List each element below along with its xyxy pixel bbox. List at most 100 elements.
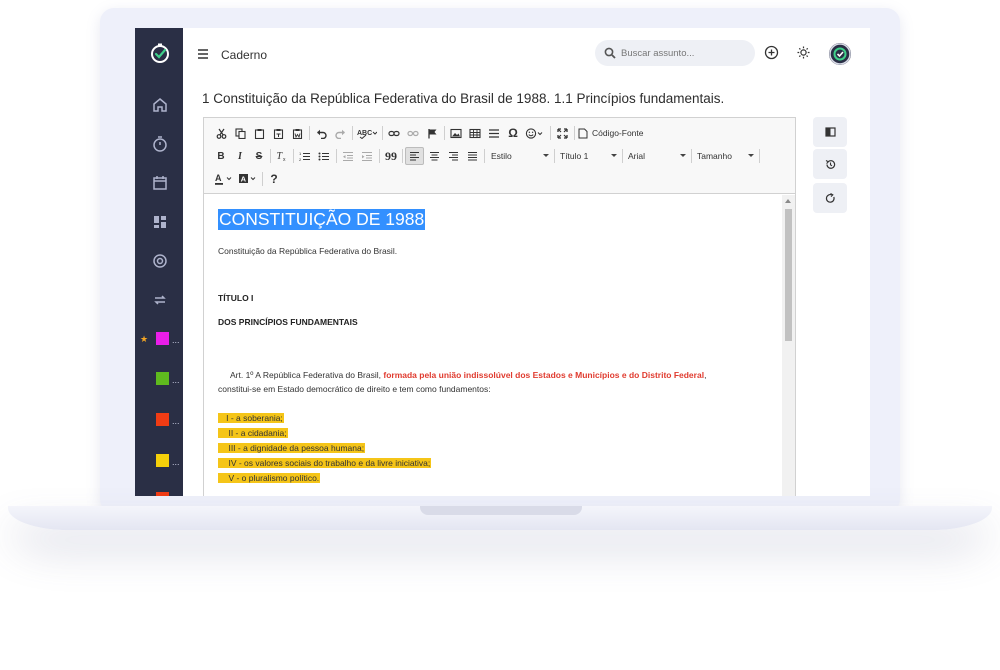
align-center-icon[interactable] xyxy=(426,148,442,164)
toolbar-separator xyxy=(691,149,692,163)
toolbar-separator xyxy=(262,172,263,186)
theme-sun-icon[interactable] xyxy=(796,45,811,60)
background-color-icon[interactable]: A xyxy=(237,171,259,187)
folder-magenta-icon[interactable] xyxy=(156,332,169,345)
decrease-indent-icon[interactable] xyxy=(340,148,356,164)
folder-red-icon[interactable] xyxy=(156,413,169,426)
editor-scrollbar[interactable] xyxy=(782,195,795,496)
stage: ★ ... ... ... ... Caderno Buscar assunto… xyxy=(0,0,1000,670)
table-icon[interactable] xyxy=(467,125,483,141)
folder-label[interactable]: ... xyxy=(172,376,180,385)
size-dropdown-label: Tamanho xyxy=(697,151,732,161)
highlighted-text: V - o pluralismo político. xyxy=(218,473,321,483)
emoji-icon[interactable] xyxy=(524,125,546,141)
bulleted-list-icon[interactable] xyxy=(316,148,332,164)
toolbar-separator xyxy=(550,126,551,140)
strikethrough-button[interactable]: S xyxy=(251,148,267,164)
user-avatar[interactable] xyxy=(829,43,851,65)
editor-content[interactable]: CONSTITUIÇÃO DE 1988 Constituição da Rep… xyxy=(204,195,782,496)
toolbar-separator xyxy=(336,149,337,163)
horizontal-rule-icon[interactable] xyxy=(486,125,502,141)
scroll-thumb[interactable] xyxy=(785,209,792,341)
spellcheck-icon[interactable]: ABC xyxy=(356,125,378,141)
avatar-logo-icon xyxy=(829,43,851,65)
hamburger-menu-icon[interactable] xyxy=(197,48,211,60)
refresh-button[interactable] xyxy=(813,183,847,213)
history-button[interactable] xyxy=(813,149,847,179)
anchor-flag-icon[interactable] xyxy=(424,125,440,141)
maximize-icon[interactable] xyxy=(554,125,570,141)
editor-toolbar: ABC Ω Código-Fonte B I S T x 1 2 99 Esti… xyxy=(204,118,795,194)
panel-layout-icon xyxy=(824,127,836,137)
chevron-down-icon xyxy=(543,154,549,157)
search-box[interactable] xyxy=(595,40,755,66)
folder-red-partial-icon[interactable] xyxy=(156,492,169,496)
italic-button[interactable]: I xyxy=(232,148,248,164)
paste-word-icon[interactable] xyxy=(289,125,305,141)
source-page-icon xyxy=(578,128,588,138)
cut-icon[interactable] xyxy=(213,125,229,141)
format-dropdown-label: Título 1 xyxy=(560,151,589,161)
link-icon[interactable] xyxy=(386,125,402,141)
sync-icon[interactable] xyxy=(151,291,169,309)
app-title: Caderno xyxy=(221,48,268,62)
help-button[interactable]: ? xyxy=(266,171,282,187)
list-item-text: III - a dignidade da pessoa humana; xyxy=(228,443,365,453)
search-input[interactable] xyxy=(621,45,749,61)
document-titulo: TÍTULO I xyxy=(218,293,254,303)
add-circle-icon[interactable] xyxy=(764,45,779,60)
increase-indent-icon[interactable] xyxy=(359,148,375,164)
numbered-list-icon[interactable]: 12 xyxy=(297,148,313,164)
font-dropdown[interactable]: Arial xyxy=(628,148,686,164)
svg-text:x: x xyxy=(283,157,286,162)
toolbar-separator xyxy=(759,149,760,163)
unlink-icon[interactable] xyxy=(405,125,421,141)
copy-icon[interactable] xyxy=(232,125,248,141)
toolbar-separator xyxy=(574,126,575,140)
folder-yellow-icon[interactable] xyxy=(156,454,169,467)
toolbar-separator xyxy=(270,149,271,163)
svg-text:A: A xyxy=(241,175,247,184)
timer-icon[interactable] xyxy=(151,135,169,153)
svg-text:2: 2 xyxy=(299,157,302,162)
paste-text-icon[interactable] xyxy=(270,125,286,141)
laptop-notch xyxy=(420,506,582,515)
align-left-icon[interactable] xyxy=(405,147,424,165)
sidebar: ★ ... ... ... ... xyxy=(135,28,183,496)
history-icon xyxy=(825,159,835,169)
review-target-icon[interactable] xyxy=(151,252,169,270)
special-char-omega-icon[interactable]: Ω xyxy=(505,125,521,141)
blockquote-button[interactable]: 99 xyxy=(383,148,399,164)
redo-icon[interactable] xyxy=(332,125,348,141)
toggle-panel-button[interactable] xyxy=(813,117,847,147)
style-dropdown[interactable]: Estilo xyxy=(491,148,549,164)
svg-text:1: 1 xyxy=(299,151,302,156)
folder-label[interactable]: ... xyxy=(172,417,180,426)
folder-label[interactable]: ... xyxy=(172,458,180,467)
app-logo-icon[interactable] xyxy=(149,42,171,64)
align-justify-icon[interactable] xyxy=(464,148,480,164)
highlighted-text: III - a dignidade da pessoa humana; xyxy=(218,443,366,453)
undo-icon[interactable] xyxy=(313,125,329,141)
align-right-icon[interactable] xyxy=(445,148,461,164)
size-dropdown[interactable]: Tamanho xyxy=(697,148,754,164)
paste-icon[interactable] xyxy=(251,125,267,141)
folder-green-icon[interactable] xyxy=(156,372,169,385)
scroll-up-arrow-icon[interactable] xyxy=(785,199,791,203)
toolbar-separator xyxy=(444,126,445,140)
remove-format-icon[interactable]: Tx xyxy=(274,148,290,164)
highlighted-text: II - a cidadania; xyxy=(218,428,288,438)
format-dropdown[interactable]: Título 1 xyxy=(560,148,617,164)
document-heading: CONSTITUIÇÃO DE 1988 xyxy=(218,209,426,230)
article-suffix: , xyxy=(704,370,707,380)
folder-label[interactable]: ... xyxy=(172,336,180,345)
list-item-text: V - o pluralismo político. xyxy=(228,473,320,483)
bold-button[interactable]: B xyxy=(213,148,229,164)
image-icon[interactable] xyxy=(448,125,464,141)
refresh-icon xyxy=(825,192,835,203)
source-code-button[interactable]: Código-Fonte xyxy=(578,125,648,141)
home-icon[interactable] xyxy=(151,96,169,114)
calendar-icon[interactable] xyxy=(151,174,169,192)
dashboard-icon[interactable] xyxy=(151,213,169,231)
text-color-icon[interactable]: A xyxy=(213,171,235,187)
